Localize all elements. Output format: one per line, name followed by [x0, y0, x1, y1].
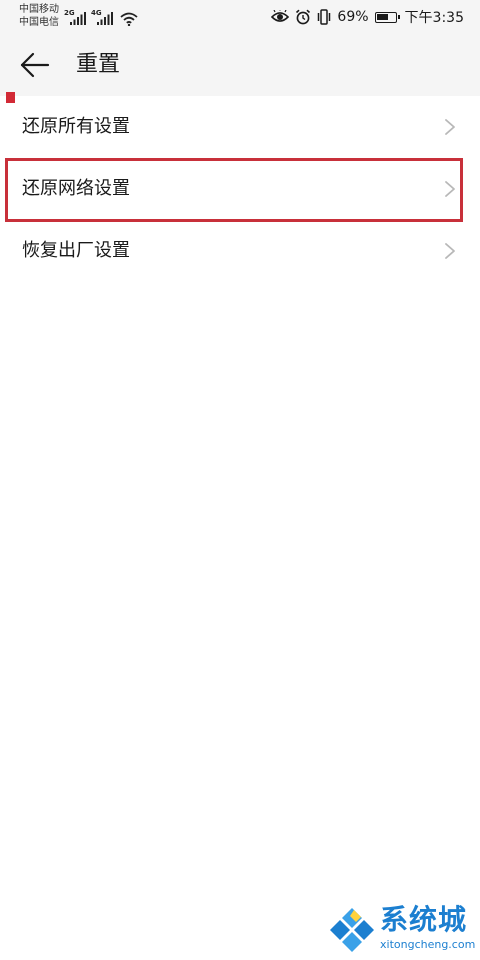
- list-item-label: 还原网络设置: [22, 178, 130, 199]
- chevron-right-icon: [445, 181, 455, 197]
- list-item-label: 还原所有设置: [22, 116, 130, 137]
- reset-all-settings-item[interactable]: 还原所有设置: [0, 96, 480, 158]
- signal-indicators: 2G 4G: [64, 8, 138, 26]
- watermark-name: 系统城: [380, 903, 468, 936]
- sim1-signal: 2G: [64, 10, 88, 26]
- reset-network-settings-item[interactable]: 还原网络设置: [0, 158, 480, 220]
- page-title: 重置: [76, 52, 121, 77]
- chevron-right-icon: [445, 119, 455, 135]
- reset-options-list: 还原所有设置 还原网络设置 恢复出厂设置: [0, 96, 480, 282]
- battery-percent: 69%: [337, 9, 369, 25]
- battery-icon: [374, 11, 400, 23]
- eye-icon: [271, 10, 290, 22]
- list-item-label: 恢复出厂设置: [22, 240, 130, 261]
- top-area: 中国移动 中国电信 2G 4G 69% 下午3:35 重置: [0, 0, 480, 96]
- carrier-1-label: 中国移动: [19, 4, 59, 15]
- watermark: 系统城 xitongcheng.com: [328, 904, 478, 958]
- chevron-right-icon: [445, 243, 455, 259]
- title-bar: 重置: [0, 34, 480, 96]
- watermark-logo-icon: [330, 908, 374, 952]
- back-arrow-icon: [20, 52, 50, 78]
- status-bar: 中国移动 中国电信 2G 4G 69% 下午3:35: [0, 0, 480, 34]
- factory-reset-item[interactable]: 恢复出厂设置: [0, 220, 480, 282]
- wifi-icon: [120, 12, 138, 26]
- phone-screen: 中国移动 中国电信 2G 4G 69% 下午3:35 重置 还原所有设置 还原网…: [0, 0, 480, 960]
- battery-level-fill: [376, 13, 389, 20]
- vibrate-icon: [318, 9, 331, 25]
- signal-icon: [97, 12, 113, 25]
- back-button[interactable]: [18, 48, 54, 82]
- watermark-url: xitongcheng.com: [380, 938, 476, 951]
- signal-icon: [70, 12, 86, 25]
- status-right-group: 69% 下午3:35: [271, 8, 464, 26]
- carrier-2-label: 中国电信: [19, 17, 59, 28]
- clock: 下午3:35: [404, 10, 464, 26]
- carrier-labels: 中国移动 中国电信: [19, 3, 59, 29]
- alarm-icon: [296, 9, 311, 25]
- sim2-signal: 4G: [91, 10, 115, 26]
